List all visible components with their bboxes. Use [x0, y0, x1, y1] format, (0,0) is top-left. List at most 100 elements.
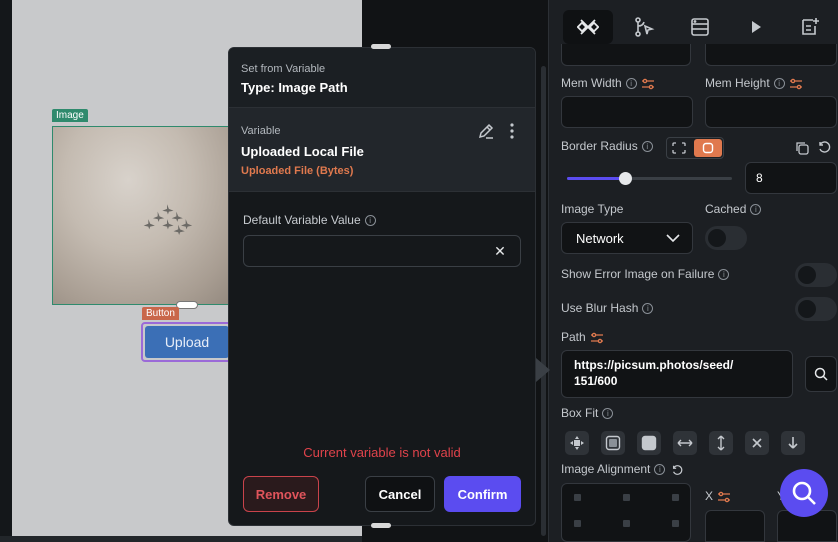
box-fit-label: Box Fit i [561, 406, 614, 420]
slider-thumb[interactable] [618, 172, 632, 185]
align-top-right[interactable] [672, 494, 679, 501]
variable-icon[interactable] [789, 78, 803, 90]
set-from-variable-dialog: Set from Variable Type: Image Path Varia… [228, 47, 536, 526]
image-widget[interactable] [52, 126, 242, 305]
cancel-button[interactable]: Cancel [365, 476, 435, 512]
arrow-down-icon [788, 437, 798, 449]
dialog-drag-handle-top[interactable] [371, 44, 391, 49]
jets-image [143, 204, 193, 235]
vertical-arrows-icon [717, 435, 725, 451]
variable-type: Uploaded File (Bytes) [241, 165, 354, 177]
path-input[interactable]: https://picsum.photos/seed/ 151/600 [561, 350, 793, 398]
corner-independent-icon[interactable] [671, 141, 687, 155]
image-widget-tag: Image [52, 109, 88, 122]
box-fit-none-button[interactable] [565, 431, 589, 455]
info-icon[interactable]: i [654, 464, 666, 476]
edit-icon[interactable] [477, 122, 495, 140]
box-fit-fit-width-button[interactable] [673, 431, 697, 455]
box-fit-fit-height-button[interactable] [709, 431, 733, 455]
x-input[interactable] [705, 510, 765, 542]
cached-toggle[interactable] [705, 226, 747, 250]
show-error-toggle[interactable] [795, 263, 837, 287]
panel-scrollbar[interactable] [541, 66, 546, 536]
align-center-right[interactable] [672, 520, 679, 527]
variable-icon[interactable] [590, 332, 604, 344]
blur-hash-toggle[interactable] [795, 297, 837, 321]
more-vertical-icon[interactable] [505, 122, 519, 140]
align-center-left[interactable] [574, 520, 581, 527]
info-icon[interactable]: i [641, 141, 653, 153]
reset-icon[interactable] [817, 140, 831, 154]
path-search-button[interactable] [805, 356, 837, 392]
border-radius-mode-toggle [666, 137, 724, 159]
button-widget-tag: Button [142, 307, 179, 320]
backend-query-tab[interactable] [675, 10, 725, 44]
dialog-pointer [536, 358, 550, 382]
variable-icon[interactable] [717, 491, 731, 503]
search-icon [814, 367, 828, 381]
properties-panel: Mem Width i Mem Height i Border Radius i 8 … [548, 0, 838, 542]
default-value-input[interactable] [243, 235, 521, 267]
info-icon[interactable]: i [364, 215, 376, 227]
design-tools-icon [577, 19, 599, 35]
close-icon [752, 438, 762, 448]
align-center[interactable] [623, 520, 630, 527]
image-type-label: Image Type [561, 202, 624, 216]
variable-name: Uploaded Local File [241, 144, 364, 159]
prev-field-left[interactable] [561, 44, 691, 66]
dialog-header: Set from Variable Type: Image Path [229, 48, 535, 108]
mem-height-label: Mem Height i [705, 76, 803, 90]
mem-height-input[interactable] [705, 96, 837, 128]
prev-field-right[interactable] [705, 44, 837, 66]
remove-button[interactable]: Remove [243, 476, 319, 512]
info-icon[interactable]: i [718, 269, 730, 281]
reset-icon[interactable] [671, 464, 683, 476]
properties-tab[interactable] [563, 10, 613, 44]
slider-fill [567, 177, 625, 180]
move-arrows-icon [570, 436, 584, 450]
clear-icon[interactable]: ✕ [493, 244, 507, 258]
info-icon[interactable]: i [750, 204, 762, 216]
canvas-left-strip [0, 0, 12, 542]
variable-icon[interactable] [641, 78, 655, 90]
image-alignment-label: Image Alignment i [561, 462, 683, 476]
info-icon[interactable]: i [773, 78, 785, 90]
add-note-tab[interactable] [785, 10, 835, 44]
x-label: X [705, 489, 731, 503]
path-label: Path [561, 330, 604, 344]
copy-icon[interactable] [795, 141, 809, 155]
run-tab[interactable] [731, 10, 781, 44]
alignment-grid[interactable] [561, 483, 691, 542]
mem-width-input[interactable] [561, 96, 693, 128]
cover-icon [641, 435, 657, 451]
horizontal-arrows-icon [677, 439, 693, 447]
cached-label: Cached i [705, 202, 762, 216]
info-icon[interactable]: i [625, 78, 637, 90]
box-fit-fill-button[interactable] [745, 431, 769, 455]
align-top-left[interactable] [574, 494, 581, 501]
align-top-center[interactable] [623, 494, 630, 501]
blur-hash-label: Use Blur Hash i [561, 301, 654, 315]
box-fit-contain-button[interactable] [601, 431, 625, 455]
contain-icon [605, 435, 621, 451]
search-fab[interactable] [780, 469, 828, 517]
box-fit-scale-down-button[interactable] [781, 431, 805, 455]
info-icon[interactable]: i [642, 303, 654, 315]
search-icon [792, 481, 816, 505]
actions-tab[interactable] [619, 10, 669, 44]
rounded-square-icon [702, 142, 714, 154]
confirm-button[interactable]: Confirm [444, 476, 521, 512]
show-error-label: Show Error Image on Failure i [561, 267, 730, 281]
dialog-drag-handle-bottom[interactable] [371, 523, 391, 528]
chevron-down-icon [666, 234, 680, 243]
box-fit-cover-button[interactable] [637, 431, 661, 455]
image-resize-handle[interactable] [176, 301, 198, 309]
path-line-2: 151/600 [574, 374, 618, 388]
border-radius-input[interactable]: 8 [745, 162, 837, 194]
image-type-select[interactable]: Network [561, 222, 693, 254]
border-radius-label: Border Radius i [561, 139, 653, 153]
corner-uniform-button[interactable] [694, 139, 722, 157]
border-radius-slider[interactable] [567, 172, 732, 185]
upload-button[interactable]: Upload [145, 326, 229, 358]
info-icon[interactable]: i [602, 408, 614, 420]
